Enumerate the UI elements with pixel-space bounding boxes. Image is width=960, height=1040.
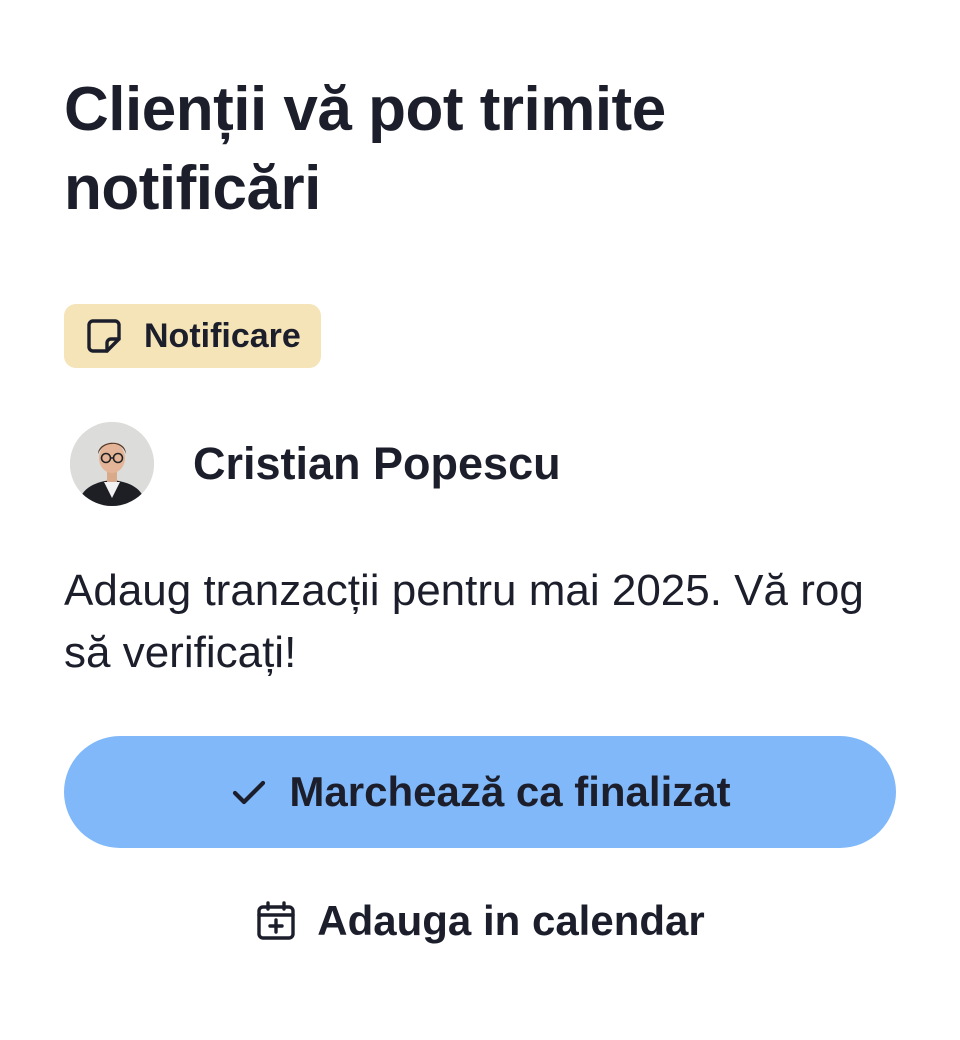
calendar-plus-icon — [255, 900, 297, 942]
author-name: Cristian Popescu — [193, 438, 561, 489]
sticky-note-icon — [84, 316, 124, 356]
add-to-calendar-label: Adauga in calendar — [317, 897, 705, 944]
avatar — [70, 422, 154, 506]
page-title: Clienții vă pot trimite notificări — [64, 75, 666, 223]
message-author: Cristian Popescu — [70, 422, 561, 506]
notification-badge: Notificare — [64, 304, 321, 368]
message-text: Adaug tranzacții pentru mai 2025. Vă rog… — [64, 566, 864, 677]
mark-as-done-label: Marchează ca finalizat — [289, 768, 731, 815]
mark-as-done-button[interactable]: Marchează ca finalizat — [64, 736, 896, 848]
badge-label: Notificare — [144, 316, 301, 355]
add-to-calendar-button[interactable]: Adauga in calendar — [64, 890, 896, 952]
checkmark-icon — [229, 772, 269, 812]
